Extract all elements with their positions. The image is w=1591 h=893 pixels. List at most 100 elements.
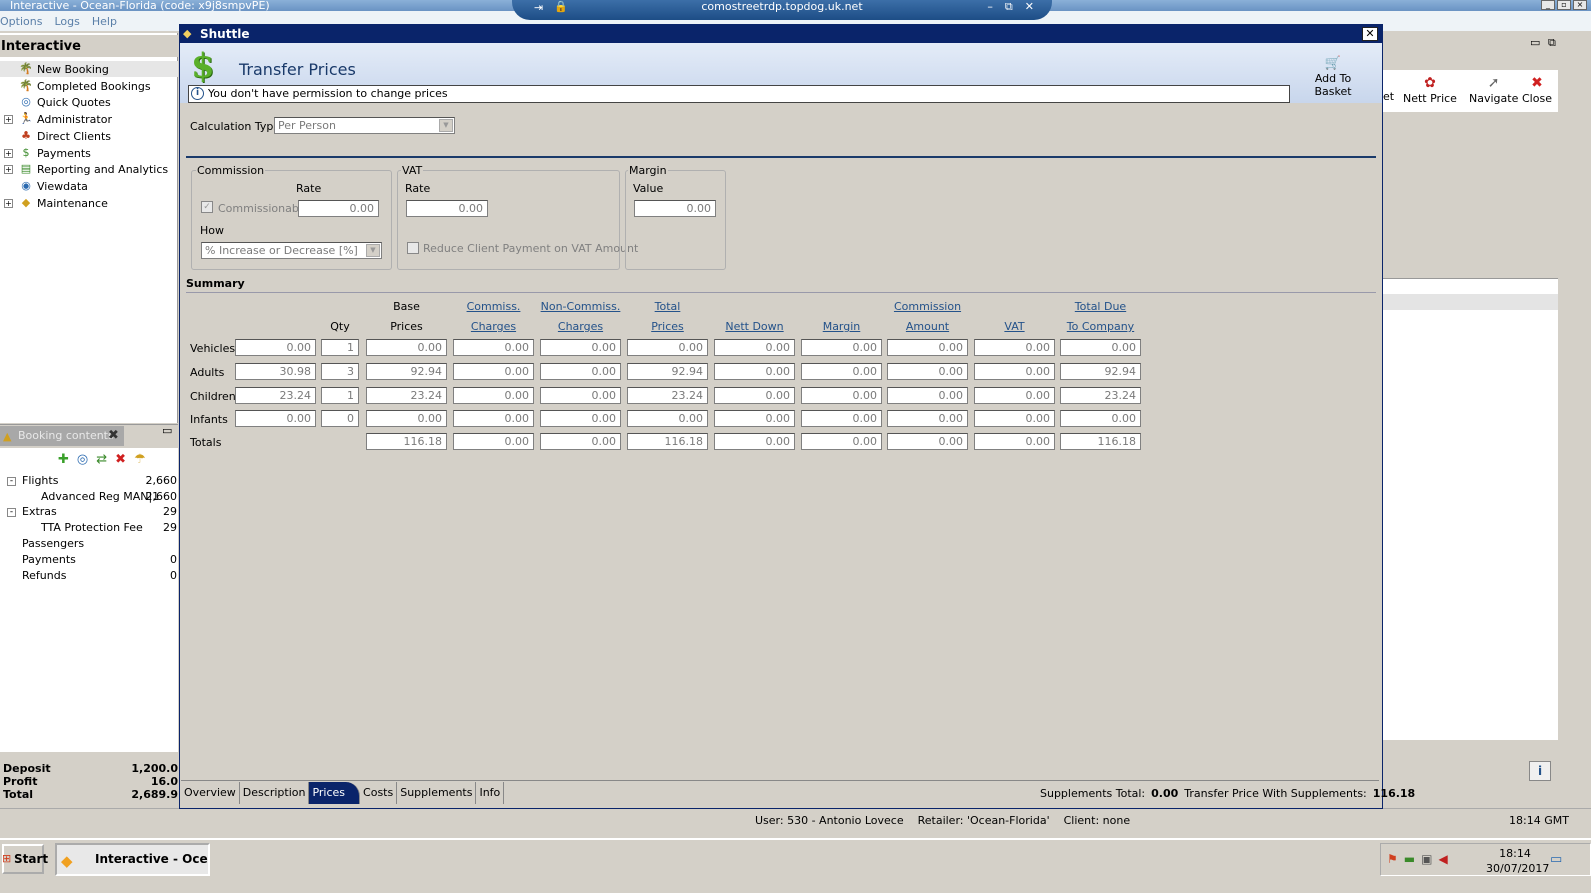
info-icon[interactable]: i (1529, 761, 1551, 781)
unit-price-field[interactable]: 0.00 (235, 339, 316, 356)
totals-cell[interactable]: 116.18 (1060, 433, 1141, 450)
display-icon[interactable]: ▣ (1421, 852, 1432, 866)
booking-row-flights[interactable]: - Flights 2,660 (0, 474, 178, 490)
chevron-down-icon[interactable]: ▼ (439, 119, 453, 132)
booking-row-extra-item[interactable]: TTA Protection Fee 29 (0, 521, 178, 537)
summary-cell[interactable]: 0.00 (887, 387, 968, 404)
summary-cell[interactable]: 0.00 (714, 363, 795, 380)
summary-cell[interactable]: 92.94 (1060, 363, 1141, 380)
column-header[interactable]: Commiss. (443, 300, 544, 313)
booking-contents-tab[interactable]: Booking contents (0, 426, 124, 446)
column-header[interactable]: Non-Commiss. (530, 300, 631, 313)
booking-row-payments[interactable]: Payments 0 (0, 553, 178, 569)
qty-field[interactable]: 1 (321, 387, 359, 404)
nav-item-quick-quotes[interactable]: ◎ Quick Quotes (4, 94, 111, 110)
summary-cell[interactable]: 0.00 (453, 339, 534, 356)
vat-rate-field[interactable]: 0.00 (406, 200, 488, 217)
rdp-restore-icon[interactable]: ⧉ (1005, 0, 1013, 14)
close-icon[interactable]: ✖ (108, 428, 119, 443)
expand-icon[interactable]: + (4, 164, 13, 174)
unit-price-field[interactable]: 23.24 (235, 387, 316, 404)
collapse-icon[interactable]: - (7, 508, 16, 517)
summary-cell[interactable]: 0.00 (887, 339, 968, 356)
summary-cell[interactable]: 0.00 (453, 387, 534, 404)
expand-icon[interactable]: + (4, 198, 13, 208)
tab-overview[interactable]: Overview (181, 782, 240, 804)
booking-row-extras[interactable]: - Extras 29 (0, 505, 178, 521)
nav-item-reporting[interactable]: + ▤ Reporting and Analytics (4, 161, 168, 177)
qty-field[interactable]: 0 (321, 410, 359, 427)
clock[interactable]: 18:14 30/07/2017 (1486, 846, 1549, 876)
calc-type-select[interactable]: Per Person ▼ (274, 117, 455, 134)
network-icon[interactable]: ▬ (1404, 852, 1415, 866)
column-header[interactable]: Commission (877, 300, 978, 313)
margin-value-field[interactable]: 0.00 (634, 200, 716, 217)
collapse-icon[interactable]: - (7, 477, 16, 486)
totals-cell[interactable]: 0.00 (453, 433, 534, 450)
summary-cell[interactable]: 0.00 (366, 339, 447, 356)
summary-cell[interactable]: 0.00 (540, 410, 621, 427)
summary-cell[interactable]: 0.00 (974, 339, 1055, 356)
summary-cell[interactable]: 0.00 (1060, 339, 1141, 356)
summary-cell[interactable]: 92.94 (366, 363, 447, 380)
summary-cell[interactable]: 0.00 (714, 339, 795, 356)
minimize-icon[interactable]: _ (1541, 0, 1555, 10)
rdp-minimize-icon[interactable]: – (987, 0, 993, 14)
qty-field[interactable]: 3 (321, 363, 359, 380)
menu-logs[interactable]: Logs (54, 15, 79, 28)
nav-item-maintenance[interactable]: + ◆ Maintenance (4, 195, 108, 211)
summary-cell[interactable]: 0.00 (974, 410, 1055, 427)
refresh-icon[interactable]: ◎ (77, 453, 88, 467)
right-restore-icon[interactable]: ⧉ (1548, 36, 1556, 50)
nett-price-button[interactable]: ✿ Nett Price (1403, 74, 1457, 105)
column-header[interactable]: Total (617, 300, 718, 313)
column-header[interactable]: Total Due (1050, 300, 1151, 313)
totals-cell[interactable]: 0.00 (801, 433, 882, 450)
nav-item-payments[interactable]: + $ Payments (4, 145, 91, 161)
tab-info[interactable]: Info (476, 782, 505, 804)
summary-cell[interactable]: 23.24 (1060, 387, 1141, 404)
summary-cell[interactable]: 0.00 (801, 363, 882, 380)
close-icon[interactable]: ✕ (1362, 27, 1378, 41)
unit-price-field[interactable]: 0.00 (235, 410, 316, 427)
right-minimize-icon[interactable]: ▭ (1530, 36, 1540, 49)
partial-button[interactable]: et (1383, 90, 1394, 103)
nav-item-direct-clients[interactable]: ♣ Direct Clients (4, 128, 111, 144)
summary-cell[interactable]: 0.00 (801, 410, 882, 427)
totals-cell[interactable]: 116.18 (366, 433, 447, 450)
reduce-vat-checkbox[interactable] (407, 242, 419, 254)
booking-row-passengers[interactable]: Passengers (0, 537, 178, 553)
column-header[interactable]: Prices (617, 320, 718, 333)
summary-cell[interactable]: 0.00 (453, 410, 534, 427)
menu-help[interactable]: Help (92, 15, 117, 28)
column-header[interactable]: Charges (530, 320, 631, 333)
chevron-down-icon[interactable]: ▼ (366, 244, 380, 257)
expand-icon[interactable]: + (4, 148, 13, 158)
volume-icon[interactable]: ◀ (1438, 852, 1447, 866)
qty-field[interactable]: 1 (321, 339, 359, 356)
totals-cell[interactable]: 0.00 (887, 433, 968, 450)
unit-price-field[interactable]: 30.98 (235, 363, 316, 380)
summary-cell[interactable]: 0.00 (453, 363, 534, 380)
column-header[interactable]: To Company (1050, 320, 1151, 333)
summary-cell[interactable]: 0.00 (1060, 410, 1141, 427)
summary-cell[interactable]: 0.00 (540, 339, 621, 356)
summary-cell[interactable]: 0.00 (627, 410, 708, 427)
column-header[interactable]: Charges (443, 320, 544, 333)
summary-cell[interactable]: 0.00 (540, 387, 621, 404)
rdp-close-icon[interactable]: ✕ (1025, 0, 1034, 14)
show-desktop-icon[interactable]: ▭ (1550, 852, 1562, 867)
nav-item-new-booking[interactable]: 🌴 New Booking (0, 61, 178, 77)
summary-cell[interactable]: 0.00 (540, 363, 621, 380)
summary-cell[interactable]: 0.00 (714, 387, 795, 404)
add-icon[interactable]: ✚ (58, 453, 69, 467)
minimize-icon[interactable]: ▭ (162, 424, 172, 437)
summary-cell[interactable]: 23.24 (366, 387, 447, 404)
restore-icon[interactable]: ▫ (1557, 0, 1571, 10)
nav-item-administrator[interactable]: + 🏃 Administrator (4, 111, 112, 127)
how-select[interactable]: % Increase or Decrease [%] ▼ (201, 242, 382, 259)
nav-item-viewdata[interactable]: ◉ Viewdata (4, 178, 88, 194)
navigate-button[interactable]: ➚ Navigate (1469, 74, 1518, 105)
add-to-basket-button[interactable]: 🛒 Add To Basket (1296, 56, 1370, 98)
totals-cell[interactable]: 0.00 (714, 433, 795, 450)
